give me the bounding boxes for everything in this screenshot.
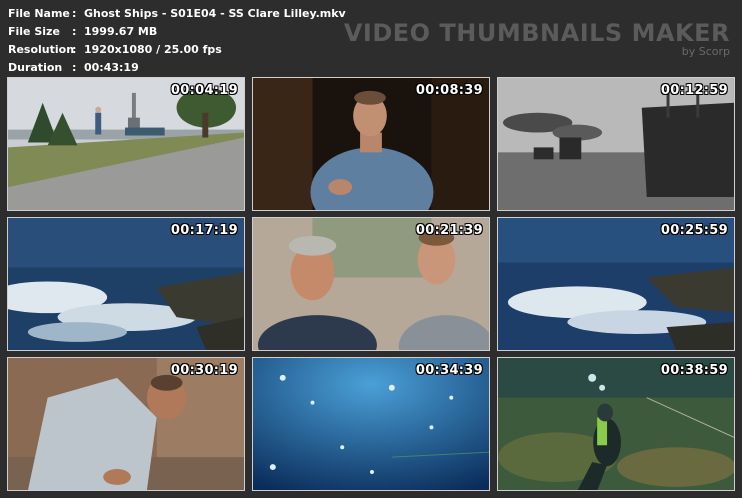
thumbnail-grid: 00:04:19 00:08:39 00:12:59 00:17:19 00:2… [0, 0, 742, 498]
timestamp: 00:04:19 [170, 83, 238, 98]
timestamp: 00:21:39 [415, 223, 483, 238]
timestamp: 00:38:59 [660, 363, 728, 378]
timestamp: 00:08:39 [415, 83, 483, 98]
timestamp: 00:34:39 [415, 363, 483, 378]
thumbnail-7[interactable]: 00:30:19 [7, 357, 245, 491]
thumbnail-1[interactable]: 00:04:19 [7, 77, 245, 211]
timestamp: 00:17:19 [170, 223, 238, 238]
thumbnail-5[interactable]: 00:21:39 [252, 217, 490, 351]
thumbnail-2[interactable]: 00:08:39 [252, 77, 490, 211]
thumbnail-9[interactable]: 00:38:59 [497, 357, 735, 491]
timestamp: 00:25:59 [660, 223, 728, 238]
thumbnail-4[interactable]: 00:17:19 [7, 217, 245, 351]
thumbnail-6[interactable]: 00:25:59 [497, 217, 735, 351]
thumbnail-3[interactable]: 00:12:59 [497, 77, 735, 211]
thumbnail-8[interactable]: 00:34:39 [252, 357, 490, 491]
timestamp: 00:12:59 [660, 83, 728, 98]
timestamp: 00:30:19 [170, 363, 238, 378]
